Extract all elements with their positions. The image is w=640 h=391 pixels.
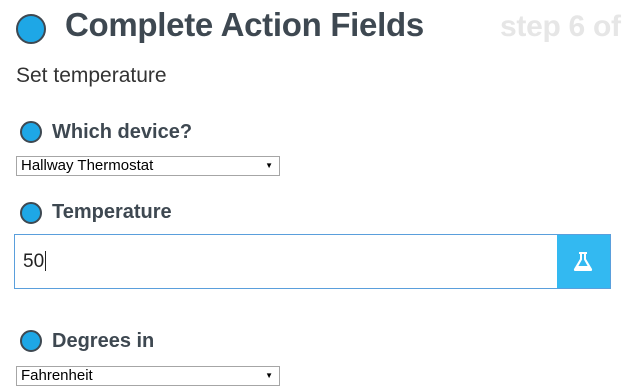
text-cursor xyxy=(45,251,47,271)
degrees-select-value: Fahrenheit xyxy=(21,367,93,384)
temperature-field-status-icon xyxy=(20,202,42,224)
temperature-input-value: 50 xyxy=(23,251,47,272)
step-indicator: step 6 of xyxy=(500,10,621,43)
flask-icon xyxy=(573,252,593,271)
device-select-value: Hallway Thermostat xyxy=(21,157,154,174)
test-field-button[interactable] xyxy=(557,235,610,288)
action-subtitle: Set temperature xyxy=(16,64,167,87)
degrees-select[interactable]: Fahrenheit ▼ xyxy=(16,366,280,386)
caret-down-icon: ▼ xyxy=(265,371,273,380)
device-field-label: Which device? xyxy=(52,121,193,143)
degrees-field-status-icon xyxy=(20,330,42,352)
device-field-status-icon xyxy=(20,121,42,143)
header-status-icon xyxy=(16,14,46,44)
degrees-field-label: Degrees in xyxy=(52,330,155,352)
device-select[interactable]: Hallway Thermostat ▼ xyxy=(16,156,280,176)
caret-down-icon: ▼ xyxy=(265,161,273,170)
temperature-input[interactable]: 50 xyxy=(14,234,611,289)
page-title: Complete Action Fields xyxy=(65,6,424,43)
temperature-field-label: Temperature xyxy=(52,201,172,223)
